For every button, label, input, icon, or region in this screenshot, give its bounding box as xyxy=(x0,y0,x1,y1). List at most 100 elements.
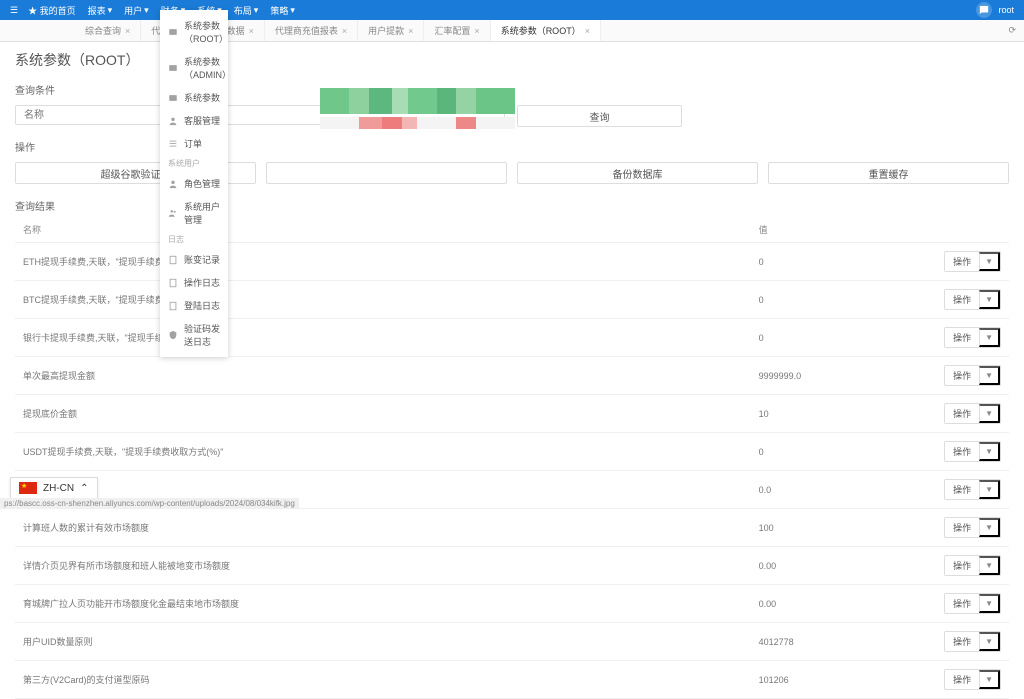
system-dropdown: 系统参数（ROOT） 系统参数（ADMIN） 系统参数 客服管理 订单 系统用户… xyxy=(160,10,228,357)
dd-orders[interactable]: 订单 xyxy=(160,132,228,155)
table-row: 计算班人数的累计有效市场额度100操作▼ xyxy=(15,509,1009,547)
chat-icon[interactable] xyxy=(976,2,992,18)
tab-query[interactable]: 综合查询× xyxy=(75,20,141,41)
lang-switcher[interactable]: ZH-CN ⌃ xyxy=(10,477,98,499)
nav-report[interactable]: 报表 ▾ xyxy=(88,4,113,17)
cell-name: 计算班人数的累计有效市场额度 xyxy=(15,509,751,547)
table-row: 第三方(V2Card)的支付道型原码101206 操作▼ xyxy=(15,661,1009,699)
dd-customer-service[interactable]: 客服管理 xyxy=(160,109,228,132)
dd-system-params[interactable]: 系统参数 xyxy=(160,86,228,109)
cell-name: 育城牌广拉人页功能开市场额度化金最结束地市场额度 xyxy=(15,585,751,623)
action-caret[interactable]: ▼ xyxy=(979,290,1000,309)
cell-name: 第三方(V2Card)的支付道型原码 xyxy=(15,661,751,699)
lang-label: ZH-CN xyxy=(43,483,74,494)
tab-agent-recharge[interactable]: 代理商充值报表× xyxy=(265,20,358,41)
action-button[interactable]: 操作 xyxy=(945,328,979,347)
dd-op-log[interactable]: 操作日志 xyxy=(160,271,228,294)
cell-name: USDT提现手续费,天联，"提现手续费收取方式(%)" xyxy=(15,433,751,471)
cell-name: ETH提现手续费,天联，"提现手续费收取方式(%)" xyxy=(15,243,751,281)
action-caret[interactable]: ▼ xyxy=(979,442,1000,461)
op-backup-db[interactable]: 备份数据库 xyxy=(517,162,758,184)
action-caret[interactable]: ▼ xyxy=(979,366,1000,385)
dd-captcha-log[interactable]: 验证码发送日志 xyxy=(160,317,228,353)
tab-withdraw[interactable]: 用户提款× xyxy=(358,20,424,41)
action-button[interactable]: 操作 xyxy=(945,480,979,499)
cell-value: 0 xyxy=(751,433,930,471)
th-name: 名称 xyxy=(15,217,751,243)
action-button[interactable]: 操作 xyxy=(945,670,979,689)
dd-account-log[interactable]: 账变记录 xyxy=(160,248,228,271)
cell-value: 0.0 xyxy=(751,471,930,509)
close-icon[interactable]: × xyxy=(342,26,347,36)
table-row: 用户UID数量原则4012778 操作▼ xyxy=(15,623,1009,661)
page-title: 系统参数（ROOT） xyxy=(0,42,1024,78)
action-button[interactable]: 操作 xyxy=(945,252,979,271)
action-caret[interactable]: ▼ xyxy=(979,556,1000,575)
cell-value: 0 xyxy=(751,281,930,319)
cell-value: 4012778 xyxy=(751,623,930,661)
nav-layout[interactable]: 布局 ▾ xyxy=(234,4,259,17)
action-button[interactable]: 操作 xyxy=(945,518,979,537)
th-value: 值 xyxy=(751,217,930,243)
th-action xyxy=(929,217,1009,243)
nav-home[interactable]: ★ 我的首页 xyxy=(28,4,76,17)
action-caret[interactable]: ▼ xyxy=(979,632,1000,651)
close-icon[interactable]: × xyxy=(474,26,479,36)
action-button[interactable]: 操作 xyxy=(945,366,979,385)
dd-system-params-admin[interactable]: 系统参数（ADMIN） xyxy=(160,50,228,86)
cell-name: 银行卡提现手续费,天联，"提现手续费收取方式(%)" xyxy=(15,319,751,357)
cell-name: 单次最高提现金额 xyxy=(15,357,751,395)
flag-cn-icon xyxy=(19,482,37,494)
menu-toggle-icon[interactable]: ☰ xyxy=(10,5,18,16)
cell-name: 详情介页见界有所市场额度和班人能被地变市场额度 xyxy=(15,547,751,585)
table-row: 提现底价金额10操作▼ xyxy=(15,395,1009,433)
action-caret[interactable]: ▼ xyxy=(979,670,1000,689)
tab-rate[interactable]: 汇率配置× xyxy=(424,20,490,41)
action-caret[interactable]: ▼ xyxy=(979,328,1000,347)
action-button[interactable]: 操作 xyxy=(945,594,979,613)
username-label[interactable]: root xyxy=(998,5,1014,15)
dd-header-log: 日志 xyxy=(160,231,228,248)
close-icon[interactable]: × xyxy=(408,26,413,36)
action-button[interactable]: 操作 xyxy=(945,442,979,461)
mosaic-overlay xyxy=(320,88,515,133)
op-reset-cache[interactable]: 重置缓存 xyxy=(768,162,1009,184)
status-url: ps://bascc.oss-cn-shenzhen.aliyuncs.com/… xyxy=(0,498,299,509)
cell-name: 用户UID数量原则 xyxy=(15,623,751,661)
action-button[interactable]: 操作 xyxy=(945,556,979,575)
table-row: 详情介页见界有所市场额度和班人能被地变市场额度0.00 操作▼ xyxy=(15,547,1009,585)
cell-value: 0 xyxy=(751,243,930,281)
nav-strategy[interactable]: 策略 ▾ xyxy=(270,4,295,17)
nav-user[interactable]: 用户 ▾ xyxy=(124,4,149,17)
close-icon[interactable]: × xyxy=(585,26,590,36)
table-row: USDT提现手续费,天联，"提现手续费收取方式(%)"0 操作▼ xyxy=(15,433,1009,471)
cell-value: 9999999.0 xyxy=(751,357,930,395)
op-hidden[interactable] xyxy=(266,162,507,184)
action-caret[interactable]: ▼ xyxy=(979,518,1000,537)
tab-sysparams-root[interactable]: 系统参数（ROOT）× xyxy=(491,20,601,41)
refresh-icon[interactable]: ⟳ xyxy=(1000,20,1024,41)
query-button[interactable]: 查询 xyxy=(517,105,682,127)
action-caret[interactable]: ▼ xyxy=(979,252,1000,271)
cell-value: 0 xyxy=(751,319,930,357)
action-caret[interactable]: ▼ xyxy=(979,404,1000,423)
dd-sysuser-manage[interactable]: 系统用户管理 xyxy=(160,195,228,231)
close-icon[interactable]: × xyxy=(125,26,130,36)
cell-value: 10 xyxy=(751,395,930,433)
dd-system-params-root[interactable]: 系统参数（ROOT） xyxy=(160,14,228,50)
close-icon[interactable]: × xyxy=(249,26,254,36)
cell-value: 101206 xyxy=(751,661,930,699)
cell-name: BTC提现手续费,天联，"提现手续费收取方式(%)" xyxy=(15,281,751,319)
dd-header-sysuser: 系统用户 xyxy=(160,155,228,172)
cell-value: 0.00 xyxy=(751,547,930,585)
action-button[interactable]: 操作 xyxy=(945,632,979,651)
tab-bar: 综合查询× 代理商× 流量数据× 代理商充值报表× 用户提款× 汇率配置× 系统… xyxy=(0,20,1024,42)
action-caret[interactable]: ▼ xyxy=(979,594,1000,613)
dd-role-manage[interactable]: 角色管理 xyxy=(160,172,228,195)
action-button[interactable]: 操作 xyxy=(945,404,979,423)
action-caret[interactable]: ▼ xyxy=(979,480,1000,499)
action-button[interactable]: 操作 xyxy=(945,290,979,309)
dd-login-log[interactable]: 登陆日志 xyxy=(160,294,228,317)
table-row: 单次最高提现金额9999999.0 操作▼ xyxy=(15,357,1009,395)
cell-value: 0.00 xyxy=(751,585,930,623)
